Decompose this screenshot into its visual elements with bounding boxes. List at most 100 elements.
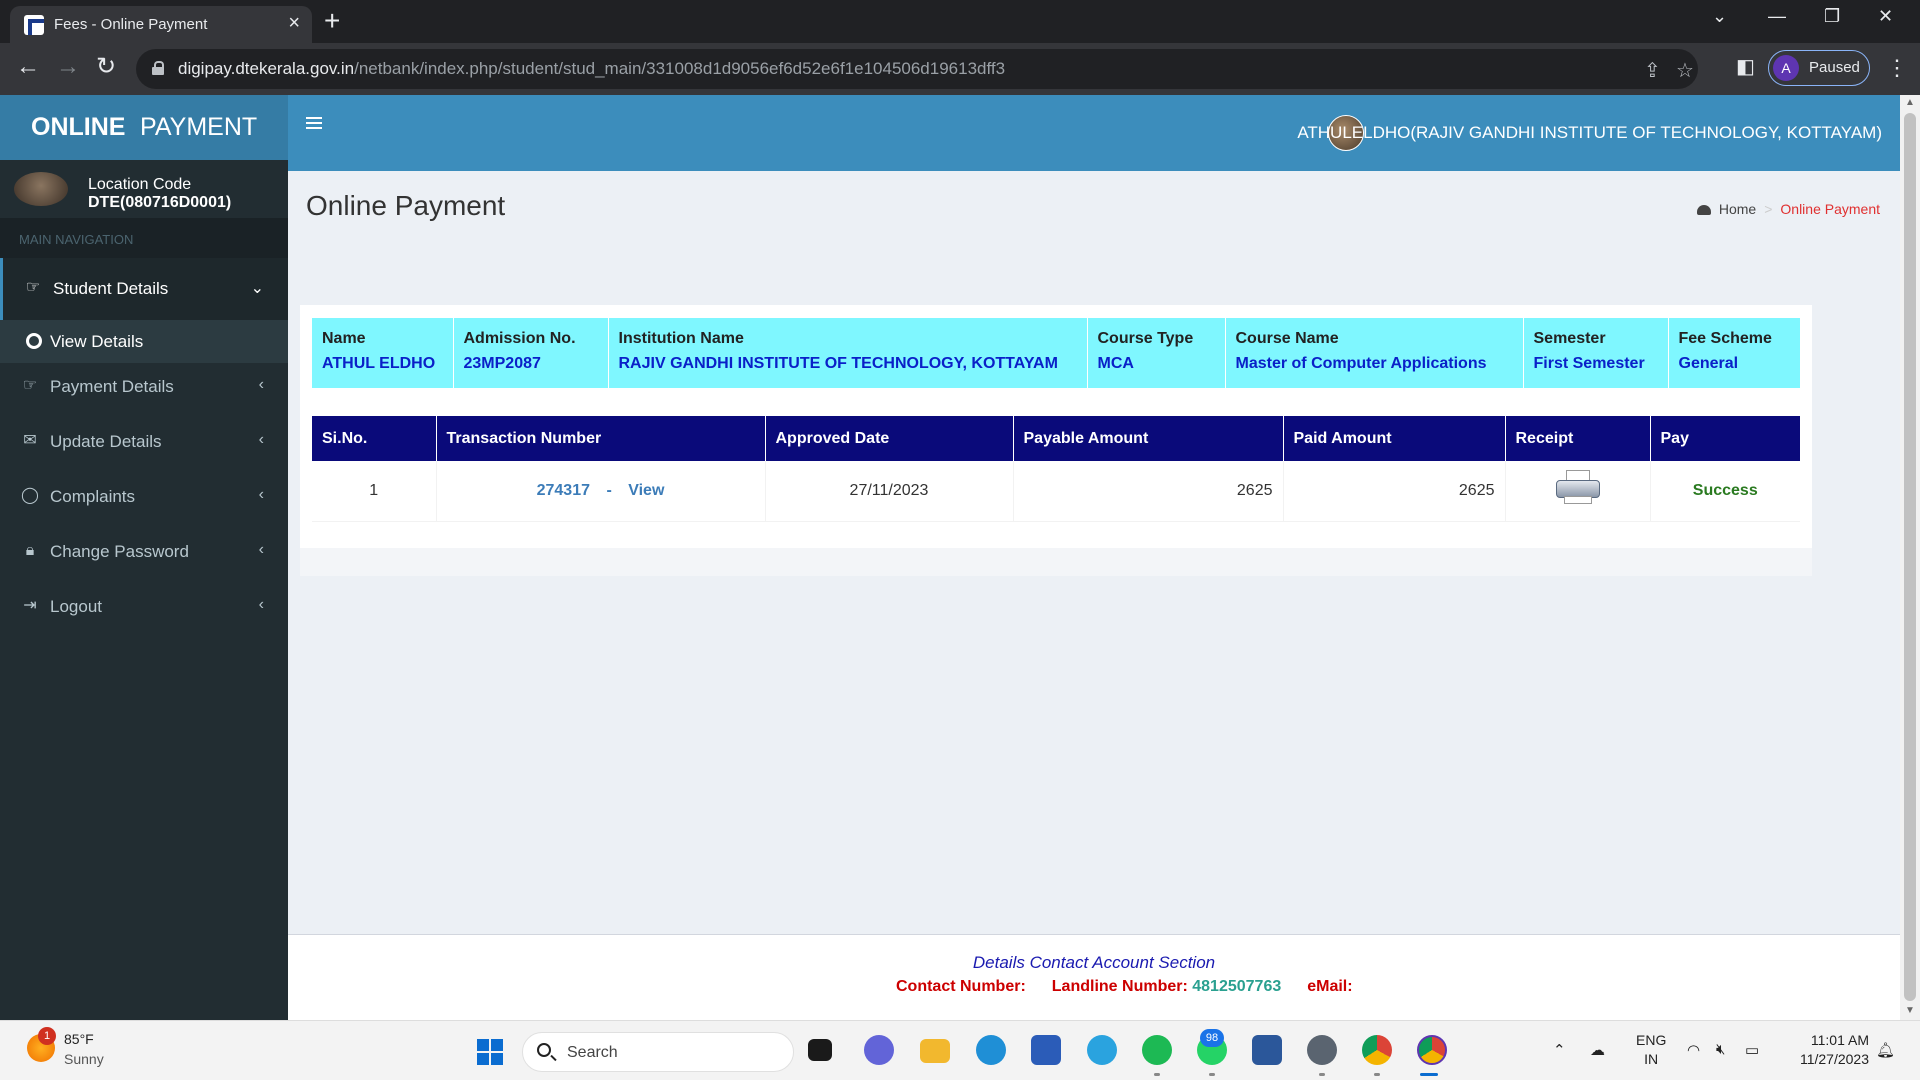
breadcrumb-separator: > bbox=[1764, 201, 1773, 217]
minimize-icon[interactable]: — bbox=[1768, 6, 1786, 27]
sidebar: Location Code DTE(080716D0001) MAIN NAVI… bbox=[0, 160, 288, 1020]
sidebar-item-complaints[interactable]: ◯ Complaints ‹ bbox=[0, 473, 288, 521]
info-cell-fee-scheme: Fee Scheme General bbox=[1678, 330, 1772, 372]
mute-icon[interactable]: 🔇︎ bbox=[1716, 1041, 1725, 1058]
breadcrumb-home[interactable]: Home bbox=[1719, 201, 1756, 217]
language-indicator[interactable]: ENG IN bbox=[1636, 1031, 1666, 1069]
reload-icon[interactable]: ↻ bbox=[96, 55, 116, 79]
info-cell-semester: Semester First Semester bbox=[1523, 318, 1669, 388]
lock-icon[interactable] bbox=[152, 61, 164, 75]
avatar: A bbox=[1773, 55, 1799, 81]
comment-icon: ◯ bbox=[21, 487, 39, 504]
info-cell-course-type: Course Type MCA bbox=[1087, 318, 1226, 388]
profile-button[interactable]: A Paused bbox=[1768, 50, 1870, 86]
windows-taskbar: 1 85°F Sunny Search 98 ⌃ ☁ ENG IN ◠ 🔇︎ ▭… bbox=[0, 1020, 1920, 1080]
sidebar-item-update-details[interactable]: ✉ Update Details ‹ bbox=[0, 418, 288, 466]
forward-icon[interactable]: → bbox=[56, 55, 80, 79]
student-info-table: Name ATHUL ELDHO Admission No. 23MP2087 In… bbox=[312, 318, 1800, 388]
page-title: Online Payment bbox=[306, 190, 506, 221]
chevron-down-icon[interactable]: ⌄ bbox=[1712, 6, 1727, 27]
spotify-icon[interactable] bbox=[1142, 1035, 1172, 1065]
user-name[interactable]: ATHULELDHO(RAJIV GANDHI INSTITUTE OF TEC… bbox=[1297, 123, 1882, 143]
chevron-left-icon: ‹ bbox=[258, 431, 264, 448]
battery-icon[interactable]: ▭ bbox=[1745, 1041, 1759, 1059]
new-tab-icon[interactable]: + bbox=[324, 6, 340, 36]
cell-receipt bbox=[1505, 461, 1651, 522]
page-scrollbar[interactable]: ▲ ▼ bbox=[1900, 95, 1920, 1020]
chevron-left-icon: ‹ bbox=[258, 376, 264, 393]
browser-tab[interactable]: Fees - Online Payment × bbox=[10, 6, 312, 43]
cell-pay: Success bbox=[1650, 461, 1800, 522]
top-navbar: ATHULELDHO(RAJIV GANDHI INSTITUTE OF TEC… bbox=[288, 95, 1900, 171]
edge-icon[interactable] bbox=[976, 1035, 1006, 1065]
info-cell-institution: Institution Name RAJIV GANDHI INSTITUTE O… bbox=[608, 318, 1088, 388]
chevron-left-icon: ‹ bbox=[258, 541, 264, 558]
payments-table: Si.No. Transaction Number Approved Date … bbox=[312, 416, 1800, 522]
table-row: 1 274317 - View 27/11/2023 2625 2625 Suc… bbox=[312, 461, 1800, 522]
sidebar-item-logout[interactable]: ⇥ Logout ‹ bbox=[0, 583, 288, 631]
sidebar-item-student-details[interactable]: ☞ Student Details ⌄ bbox=[0, 258, 288, 320]
teams-icon[interactable] bbox=[864, 1035, 894, 1065]
restore-icon[interactable]: ❐ bbox=[1824, 6, 1840, 27]
scroll-up-icon[interactable]: ▲ bbox=[1905, 97, 1915, 108]
weather-desc[interactable]: Sunny bbox=[64, 1051, 104, 1067]
word-icon[interactable] bbox=[1252, 1035, 1282, 1065]
col-header: Si.No. bbox=[312, 416, 437, 461]
app-logo[interactable]: ONLINE PAYMENT bbox=[0, 95, 288, 160]
sidebar-item-change-password[interactable]: 🔒︎ Change Password ‹ bbox=[0, 528, 288, 576]
address-bar[interactable]: digipay.dtekerala.gov.in/netbank/index.p… bbox=[136, 49, 1698, 89]
cloud-offline-icon[interactable]: ☁ bbox=[1590, 1041, 1605, 1059]
lock-icon: 🔒︎ bbox=[25, 542, 35, 559]
notification-icon[interactable]: 🔔︎ bbox=[1876, 1041, 1895, 1059]
close-icon[interactable]: × bbox=[288, 13, 300, 33]
active-app-indicator bbox=[1420, 1073, 1438, 1076]
chevron-up-icon[interactable]: ⌃ bbox=[1553, 1041, 1566, 1059]
wifi-icon[interactable]: ◠ bbox=[1687, 1041, 1700, 1059]
envelope-icon: ✉ bbox=[23, 432, 37, 449]
side-panel-icon[interactable]: ◧ bbox=[1736, 55, 1755, 79]
chrome-icon[interactable] bbox=[1362, 1035, 1392, 1065]
menu-toggle-icon[interactable] bbox=[306, 117, 322, 129]
chevron-left-icon: ‹ bbox=[258, 596, 264, 613]
microsoft-store-icon[interactable] bbox=[1031, 1035, 1061, 1065]
dashboard-icon bbox=[1696, 205, 1711, 215]
share-icon[interactable]: ⇪ bbox=[1644, 58, 1661, 83]
url-text[interactable]: digipay.dtekerala.gov.in/netbank/index.p… bbox=[178, 59, 1005, 79]
back-icon[interactable]: ← bbox=[16, 55, 40, 79]
page-footer: Details Contact Account Section Contact … bbox=[288, 934, 1900, 1020]
view-link[interactable]: View bbox=[628, 482, 664, 499]
scroll-thumb[interactable] bbox=[1904, 113, 1916, 1001]
weather-temp[interactable]: 85°F bbox=[64, 1031, 94, 1047]
telegram-icon[interactable] bbox=[1087, 1035, 1117, 1065]
breadcrumb-current: Online Payment bbox=[1780, 201, 1880, 217]
browser-tab-strip: Fees - Online Payment × + ⌄ — ❐ ✕ bbox=[0, 0, 1920, 43]
user-panel: Location Code DTE(080716D0001) bbox=[0, 160, 288, 218]
windows-start-icon[interactable] bbox=[477, 1039, 503, 1065]
more-menu-icon[interactable]: ⋮ bbox=[1886, 55, 1908, 81]
col-header: Pay bbox=[1650, 416, 1800, 461]
close-window-icon[interactable]: ✕ bbox=[1878, 6, 1893, 27]
info-cell-name: Name ATHUL ELDHO bbox=[312, 318, 454, 388]
transaction-number-link[interactable]: 274317 bbox=[537, 482, 590, 499]
breadcrumb: Home > Online Payment bbox=[1696, 201, 1880, 217]
sidebar-item-payment-details[interactable]: ☞ Payment Details ‹ bbox=[0, 363, 288, 411]
col-header: Receipt bbox=[1505, 416, 1651, 461]
sign-out-icon: ⇥ bbox=[23, 597, 37, 614]
settings-gear-icon[interactable] bbox=[1307, 1035, 1337, 1065]
col-header: Transaction Number bbox=[436, 416, 766, 461]
col-header: Approved Date bbox=[765, 416, 1014, 461]
star-icon[interactable]: ☆ bbox=[1676, 58, 1694, 83]
task-view-icon[interactable] bbox=[808, 1039, 832, 1061]
search-icon bbox=[537, 1043, 551, 1057]
printer-icon[interactable] bbox=[1554, 470, 1602, 506]
scroll-down-icon[interactable]: ▼ bbox=[1905, 1005, 1915, 1016]
circle-icon bbox=[26, 333, 42, 349]
taskbar-search[interactable]: Search bbox=[522, 1032, 794, 1072]
chrome-profile-icon[interactable] bbox=[1417, 1035, 1447, 1065]
system-clock[interactable]: 11:01 AM 11/27/2023 bbox=[1787, 1031, 1869, 1069]
sidebar-item-view-details[interactable]: View Details bbox=[0, 320, 288, 363]
file-explorer-icon[interactable] bbox=[920, 1039, 950, 1063]
tab-title: Fees - Online Payment bbox=[54, 16, 208, 33]
location-code: DTE(080716D0001) bbox=[88, 194, 232, 211]
footer-contacts: Contact Number: Landline Number: 48125077… bbox=[896, 978, 1353, 996]
